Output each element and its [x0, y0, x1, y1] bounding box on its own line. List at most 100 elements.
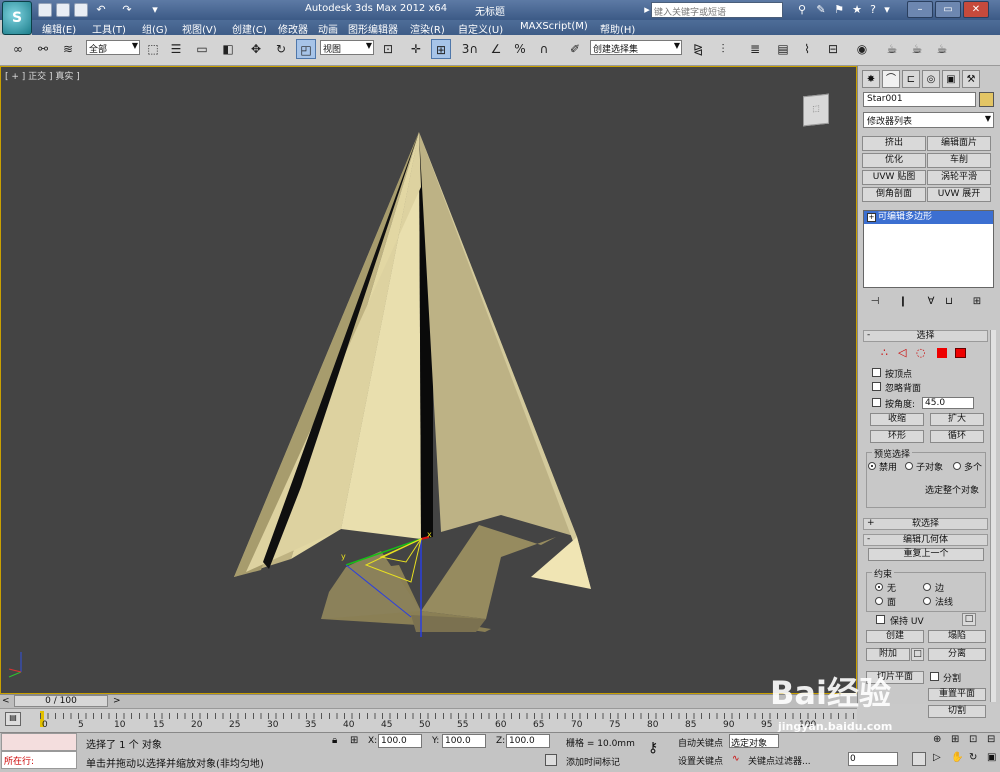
constraint-none-radio[interactable]	[875, 583, 883, 591]
edit-named-selection-icon[interactable]: ✐	[565, 39, 585, 59]
bind-spacewarp-icon[interactable]: ≋	[58, 39, 78, 59]
pin-icon[interactable]: ⚑	[832, 3, 846, 17]
star-pyramid-model[interactable]: y x	[1, 67, 858, 695]
pin-stack-icon[interactable]: ⊣	[868, 296, 882, 308]
menu-help[interactable]: 帮助(H)	[600, 21, 635, 36]
maxscript-listener-white[interactable]: 所在行:	[1, 751, 77, 769]
help-dropdown-icon[interactable]: ▾	[880, 3, 894, 17]
object-name-field[interactable]: Star001	[863, 92, 976, 107]
constraint-edge-radio[interactable]	[923, 583, 931, 591]
tools-icon[interactable]: ✎	[814, 3, 828, 17]
menu-group[interactable]: 组(G)	[142, 21, 168, 36]
menu-modifiers[interactable]: 修改器	[278, 21, 308, 36]
orbit-icon[interactable]: ↻	[969, 752, 977, 763]
unlink-icon[interactable]: ⚯	[33, 39, 53, 59]
maximize-viewport-icon[interactable]: ▣	[987, 752, 996, 763]
time-next-icon[interactable]: >	[113, 696, 121, 706]
pan-icon[interactable]: ✋	[951, 752, 963, 763]
layer-manager-icon[interactable]: ≣	[745, 39, 765, 59]
binoculars-icon[interactable]: ⚲	[795, 3, 809, 17]
menu-create[interactable]: 创建(C)	[232, 21, 267, 36]
ignore-backfacing-checkbox[interactable]	[872, 382, 881, 391]
quick-access-dropdown-icon[interactable]: ▾	[148, 3, 162, 17]
open-file-icon[interactable]	[56, 3, 70, 17]
by-vertex-checkbox[interactable]	[872, 368, 881, 377]
make-unique-icon[interactable]: ∀	[924, 296, 938, 308]
y-coordinate-field[interactable]: 100.0	[442, 734, 486, 748]
menu-graph-editors[interactable]: 图形编辑器	[348, 21, 398, 36]
menu-edit[interactable]: 编辑(E)	[42, 21, 76, 36]
modifier-optimize-button[interactable]: 优化	[862, 153, 926, 168]
remove-modifier-icon[interactable]: ⊔	[942, 296, 956, 308]
rollout-soft-selection[interactable]: + 软选择	[863, 518, 988, 530]
add-time-tag-button[interactable]: 添加时间标记	[566, 755, 620, 768]
constraint-normal-radio[interactable]	[923, 597, 931, 605]
stack-item-editable-poly[interactable]: 可编辑多边形	[864, 211, 993, 224]
fov-icon[interactable]: ▷	[933, 752, 941, 763]
ring-button[interactable]: 环形	[870, 430, 924, 443]
time-tag-icon[interactable]	[545, 754, 557, 766]
percent-snap-icon[interactable]: %	[510, 39, 530, 59]
menu-rendering[interactable]: 渲染(R)	[410, 21, 445, 36]
link-icon[interactable]: ∞	[8, 39, 28, 59]
menu-animation[interactable]: 动画	[318, 21, 338, 36]
modifier-lathe-button[interactable]: 车削	[927, 153, 991, 168]
preview-multi-radio[interactable]	[953, 462, 961, 470]
align-icon[interactable]: ⫶	[713, 39, 733, 59]
render-production-icon[interactable]: ☕	[932, 39, 952, 59]
repeat-last-button[interactable]: 重复上一个	[868, 548, 984, 561]
collapse-button[interactable]: 塌陷	[928, 630, 986, 643]
modifier-edit-patch-button[interactable]: 编辑面片	[927, 136, 991, 151]
create-tab-icon[interactable]: ✸	[862, 70, 880, 88]
menu-maxscript[interactable]: MAXScript(M)	[520, 21, 588, 32]
modifier-unwrap-uvw-button[interactable]: UVW 展开	[927, 187, 991, 202]
preserve-uv-checkbox[interactable]	[876, 615, 885, 624]
display-tab-icon[interactable]: ▣	[942, 70, 960, 88]
rendered-frame-icon[interactable]: ☕	[907, 39, 927, 59]
shrink-button[interactable]: 收缩	[870, 413, 924, 426]
time-slider[interactable]	[0, 694, 857, 708]
new-file-icon[interactable]	[38, 3, 52, 17]
ref-coord-dropdown[interactable]: 视图 ▼	[320, 40, 374, 55]
polygon-subobject-icon[interactable]	[937, 348, 947, 358]
mini-curve-editor-icon[interactable]: ▤	[5, 712, 21, 726]
modify-tab-icon[interactable]: ⌒	[882, 70, 900, 88]
select-manipulate-icon[interactable]: ✛	[406, 39, 426, 59]
stack-expand-icon[interactable]: +	[867, 213, 876, 222]
current-frame-field[interactable]: 0	[848, 752, 898, 766]
lock-selection-icon[interactable]: 🔒︎	[332, 735, 337, 746]
x-coordinate-field[interactable]: 100.0	[378, 734, 422, 748]
key-icon[interactable]: ⚷	[648, 740, 658, 756]
menu-customize[interactable]: 自定义(U)	[458, 21, 503, 36]
key-filters-button[interactable]: 关键点过滤器...	[748, 754, 811, 767]
rollout-edit-geometry[interactable]: - 编辑几何体	[863, 534, 988, 546]
select-by-name-icon[interactable]: ☰	[166, 39, 186, 59]
material-editor-icon[interactable]: ◉	[852, 39, 872, 59]
star-icon[interactable]: ★	[850, 3, 864, 17]
minimize-button[interactable]: –	[907, 1, 933, 18]
modifier-turbosmooth-button[interactable]: 涡轮平滑	[927, 170, 991, 185]
modifier-bevel-profile-button[interactable]: 倒角剖面	[862, 187, 926, 202]
modifier-extrude-button[interactable]: 挤出	[862, 136, 926, 151]
show-end-result-icon[interactable]: ❙	[896, 296, 910, 308]
time-config-icon[interactable]	[912, 752, 926, 766]
rect-selection-icon[interactable]: ▭	[192, 39, 212, 59]
configure-sets-icon[interactable]: ⊞	[970, 296, 984, 308]
grow-button[interactable]: 扩大	[930, 413, 984, 426]
mirror-icon[interactable]: ⧎	[688, 39, 708, 59]
utilities-tab-icon[interactable]: ⚒	[962, 70, 980, 88]
snap-toggle-icon[interactable]: 3∩	[460, 39, 480, 59]
undo-icon[interactable]: ↶	[94, 3, 108, 17]
pivot-center-icon[interactable]: ⊡	[378, 39, 398, 59]
by-angle-checkbox[interactable]	[872, 398, 881, 407]
maximize-button[interactable]: ▭	[935, 1, 961, 18]
named-selection-dropdown[interactable]: 创建选择集 ▼	[590, 40, 682, 55]
spinner-snap-icon[interactable]: ∩	[534, 39, 554, 59]
app-logo-icon[interactable]: S	[2, 1, 32, 35]
redo-icon[interactable]: ↷	[120, 3, 134, 17]
window-crossing-icon[interactable]: ◧	[218, 39, 238, 59]
edge-subobject-icon[interactable]: ◁	[898, 346, 906, 359]
vertex-subobject-icon[interactable]: ∴	[881, 346, 888, 359]
constraint-face-radio[interactable]	[875, 597, 883, 605]
modifier-uvw-map-button[interactable]: UVW 贴图	[862, 170, 926, 185]
